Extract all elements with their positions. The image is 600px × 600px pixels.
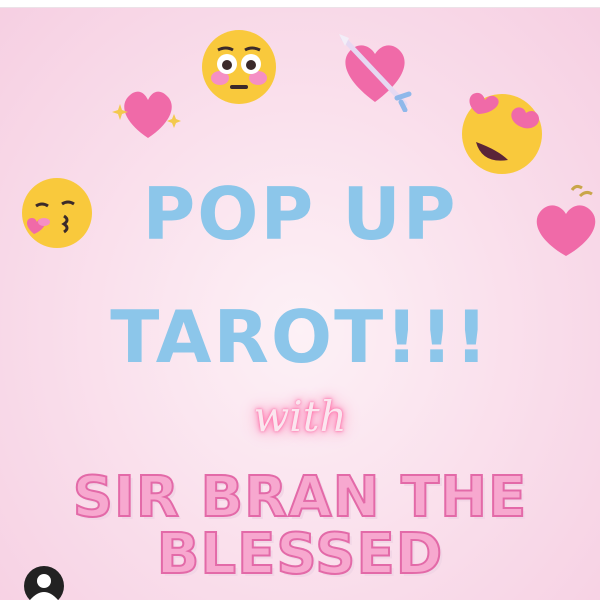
with-neon-text: with [253,392,347,441]
host-name-line-1: SIR BRAN THE [72,464,528,531]
user-avatar-icon [30,574,58,600]
flushed-face-icon [202,30,276,104]
sparkling-heart-icon [112,91,181,138]
host-name-line-2: BLESSED [156,521,444,588]
heart-with-arrow-icon [339,34,412,112]
profile-avatar[interactable] [24,566,64,600]
headline-line-1: POP UP [142,172,458,256]
top-border [0,0,600,8]
headline-line-2: TAROT!!! [110,295,490,379]
smiling-face-with-heart-eyes-icon [462,92,542,174]
